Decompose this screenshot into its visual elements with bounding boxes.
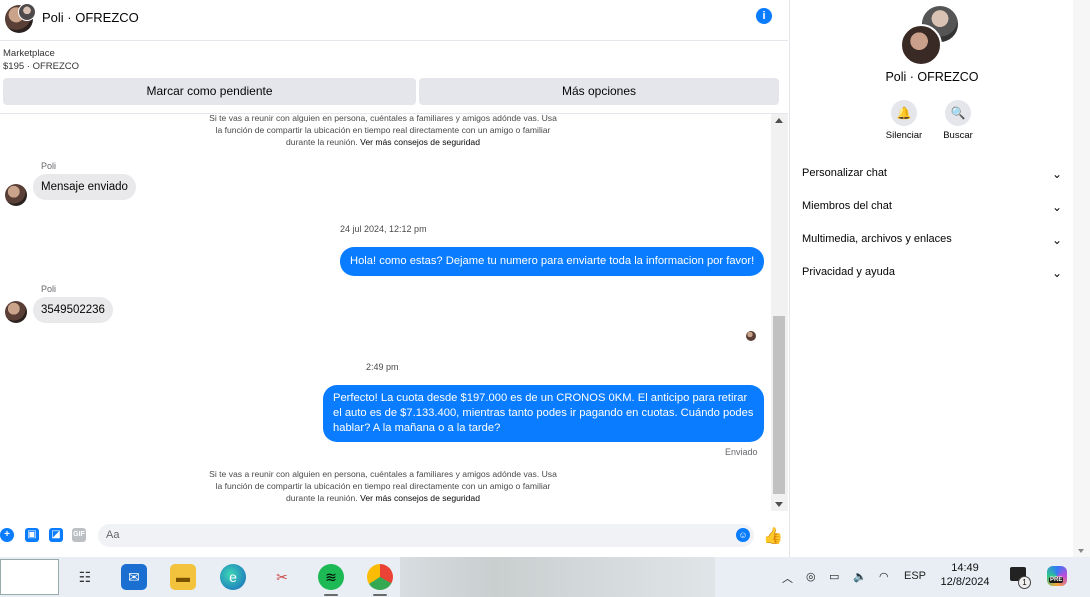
clock-date: 12/8/2024 (940, 576, 990, 588)
message-bubble-outgoing[interactable]: Hola! como estas? Dejame tu numero para … (340, 247, 765, 276)
copilot-badge: PRE (1049, 577, 1064, 583)
snipping-tool-icon[interactable]: ✂ (269, 564, 295, 590)
edge-icon[interactable]: e (220, 564, 246, 590)
chevron-up-icon[interactable]: ︿ (782, 570, 793, 586)
chat-panel: Poli · OFREZCO i Marketplace $195 · OFRE… (0, 0, 788, 557)
file-explorer-icon[interactable]: ▬ (170, 564, 196, 590)
clock-time: 14:49 (951, 562, 979, 574)
sticker-icon[interactable]: ◪ (49, 528, 63, 542)
sidebar-item-label: Miembros del chat (802, 200, 892, 212)
plus-icon[interactable]: + (0, 528, 14, 542)
chrome-icon[interactable] (367, 564, 393, 590)
sender-avatar[interactable] (5, 301, 27, 323)
notification-badge: 1 (1018, 576, 1031, 589)
scroll-down-arrow-icon[interactable] (775, 502, 783, 507)
sidebar-item-members[interactable]: Miembros del chat ⌄ (802, 200, 1062, 220)
taskbar-search-box[interactable] (0, 559, 59, 595)
mail-icon[interactable]: ✉ (121, 564, 147, 590)
scroll-up-arrow-icon[interactable] (775, 118, 783, 123)
app-running-indicator (324, 594, 338, 596)
details-name: Poli · OFREZCO (885, 70, 979, 84)
chat-details-panel: Poli · OFREZCO 🔔 Silenciar 🔍 Buscar Pers… (789, 0, 1073, 557)
sidebar-item-privacy[interactable]: Privacidad y ayuda ⌄ (802, 266, 1062, 286)
taskbar: ☷ ✉ ▬ e ✂ ≋ ︿ ◎ ▭ 🔈 ◠ ESP 14:49 12/8/202… (0, 557, 1090, 597)
language-indicator[interactable]: ESP (904, 570, 926, 582)
read-receipt-avatar (746, 331, 756, 341)
message-bubble-outgoing[interactable]: Perfecto! La cuota desde $197.000 es de … (323, 385, 764, 442)
message-list: Si te vas a reunir con alguien en person… (0, 114, 770, 524)
info-icon[interactable]: i (756, 8, 772, 24)
sidebar-item-media[interactable]: Multimedia, archivos y enlaces ⌄ (802, 233, 1062, 253)
taskbar-wallpaper (400, 557, 715, 597)
sidebar-item-label: Multimedia, archivos y enlaces (802, 233, 952, 245)
marketplace-info: Marketplace $195 · OFREZCO (3, 47, 79, 73)
safety-notice: Si te vas a reunir con alguien en person… (208, 114, 558, 148)
message-timestamp: 24 jul 2024, 12:12 pm (340, 224, 427, 234)
scroll-thumb[interactable] (773, 316, 785, 494)
mute-label: Silenciar (885, 130, 923, 141)
location-icon[interactable]: ◎ (806, 570, 816, 583)
chevron-down-icon: ⌄ (1051, 200, 1062, 214)
more-options-button[interactable]: Más opciones (419, 78, 779, 105)
sidebar-item-label: Personalizar chat (802, 167, 887, 179)
sidebar-item-customize[interactable]: Personalizar chat ⌄ (802, 167, 1062, 187)
contact-avatar-secondary (18, 3, 36, 21)
task-view-icon[interactable]: ☷ (72, 564, 98, 590)
chevron-down-icon: ⌄ (1051, 167, 1062, 181)
app-running-indicator (373, 594, 387, 596)
details-scrollbar[interactable] (1073, 0, 1090, 557)
wifi-icon[interactable]: ◠ (879, 570, 889, 583)
safety-tips-link[interactable]: Ver más consejos de seguridad (360, 137, 480, 147)
sender-name: Poli (41, 284, 57, 294)
group-avatar-front (900, 24, 942, 66)
safety-notice: Si te vas a reunir con alguien en person… (208, 468, 558, 504)
sidebar-item-label: Privacidad y ayuda (802, 266, 895, 278)
marketplace-label: Marketplace (3, 48, 55, 59)
battery-icon[interactable]: ▭ (829, 570, 839, 583)
sender-avatar[interactable] (5, 184, 27, 206)
thumbs-up-icon[interactable]: 👍 (763, 526, 783, 546)
search-icon[interactable]: 🔍 (945, 100, 971, 126)
message-status: Enviado (725, 447, 758, 457)
copilot-icon[interactable]: PRE (1047, 566, 1067, 586)
screen: Poli · OFREZCO i Marketplace $195 · OFRE… (0, 0, 1090, 597)
safety-tips-link[interactable]: Ver más consejos de seguridad (360, 493, 480, 503)
action-buttons: Marcar como pendiente Más opciones (3, 78, 779, 105)
emoji-icon[interactable]: ☺ (736, 528, 750, 542)
scroll-down-arrow-icon[interactable] (1078, 549, 1084, 553)
volume-icon[interactable]: 🔈 (853, 570, 867, 583)
mute-action[interactable]: 🔔 Silenciar (874, 100, 934, 141)
message-bubble-incoming[interactable]: 3549502236 (33, 297, 113, 323)
clock[interactable]: 14:49 12/8/2024 (935, 561, 995, 589)
chat-title[interactable]: Poli · OFREZCO (42, 10, 139, 25)
photo-icon[interactable]: ▣ (25, 528, 39, 542)
chevron-down-icon: ⌄ (1051, 266, 1062, 280)
listing-title[interactable]: $195 · OFREZCO (3, 60, 79, 73)
chat-header: Poli · OFREZCO i (0, 0, 788, 41)
mark-pending-button[interactable]: Marcar como pendiente (3, 78, 416, 105)
search-label: Buscar (943, 130, 973, 141)
message-bubble-incoming[interactable]: Mensaje enviado (33, 174, 136, 200)
message-timestamp: 2:49 pm (366, 362, 399, 372)
search-action[interactable]: 🔍 Buscar (928, 100, 988, 141)
message-input[interactable]: Aa (98, 524, 754, 547)
message-scrollbar[interactable] (771, 114, 788, 511)
gif-icon[interactable]: GIF (72, 528, 86, 542)
spotify-icon[interactable]: ≋ (318, 564, 344, 590)
sender-name: Poli (41, 161, 57, 171)
chevron-down-icon: ⌄ (1051, 233, 1062, 247)
bell-icon[interactable]: 🔔 (891, 100, 917, 126)
composer: + ▣ ◪ GIF Aa (0, 520, 788, 550)
